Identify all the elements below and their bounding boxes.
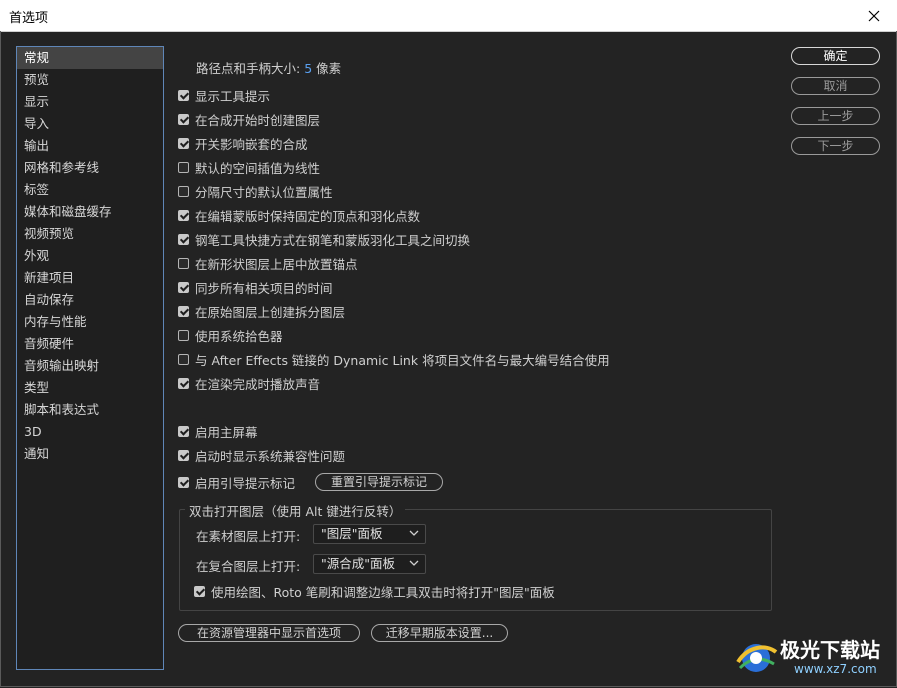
sidebar-item-output[interactable]: 输出 [17,135,163,157]
footage-layer-label: 在素材图层上打开: [196,529,301,544]
sidebar-item-memory-performance[interactable]: 内存与性能 [17,311,163,333]
comp-layer-dropdown[interactable]: "源合成"面板 [313,554,426,574]
option-paint-tools-open-layer-panel[interactable]: 使用绘图、Roto 笔刷和调整边缘工具双击时将打开"图层"面板 [194,581,555,601]
close-icon [868,10,880,21]
sidebar-item-audio-output-mapping[interactable]: 音频输出映射 [17,355,163,377]
sidebar-item-auto-save[interactable]: 自动保存 [17,289,163,311]
option-separate-dimensions[interactable]: 分隔尺寸的默认位置属性 [178,181,333,201]
close-button[interactable] [851,0,897,31]
sidebar-item-notifications[interactable]: 通知 [17,443,163,465]
option-center-anchor-shape-layers[interactable]: 在新形状图层上居中放置锚点 [178,253,358,273]
checkbox[interactable] [178,449,189,461]
ok-button[interactable]: 确定 [791,47,880,65]
checkbox[interactable] [194,585,205,597]
watermark-url: www.xz7.com [794,662,877,676]
checkbox[interactable] [178,137,189,149]
checkbox[interactable] [178,185,189,197]
site-watermark: 极光下载站 www.xz7.com [734,634,894,682]
checkbox[interactable] [178,113,189,125]
option-enable-hint-markers[interactable]: 启用引导提示标记 [178,472,295,492]
window-title: 首选项 [9,11,49,26]
sidebar-item-video-preview[interactable]: 视频预览 [17,223,163,245]
checkbox[interactable] [178,281,189,293]
chevron-down-icon [409,530,419,536]
checkbox[interactable] [178,329,189,341]
path-point-size-label: 路径点和手柄大小: [196,61,301,76]
option-dynamic-link-filename[interactable]: 与 After Effects 链接的 Dynamic Link 将项目文件名与… [178,349,610,369]
path-point-size-row: 路径点和手柄大小: 5 像素 [196,58,341,77]
reset-hint-markers-button[interactable]: 重置引导提示标记 [315,473,443,491]
checkbox[interactable] [178,377,189,389]
path-point-size-unit: 像素 [316,61,342,76]
title-bar: 首选项 [0,0,897,32]
migrate-settings-button[interactable]: 迁移早期版本设置... [371,624,508,642]
option-enable-home-screen[interactable]: 启用主屏幕 [178,421,258,441]
checkbox[interactable] [178,305,189,317]
site-logo-icon [736,644,778,672]
checkbox[interactable] [178,353,189,365]
sidebar-item-general[interactable]: 常规 [17,47,163,69]
comp-layer-value: "源合成"面板 [321,556,395,571]
chevron-down-icon [409,560,419,566]
checkbox[interactable] [178,89,189,101]
sidebar-item-labels[interactable]: 标签 [17,179,163,201]
footage-layer-value: "图层"面板 [321,526,383,541]
sidebar-item-3d[interactable]: 3D [17,421,163,443]
next-button[interactable]: 下一步 [791,137,880,155]
checkbox[interactable] [178,476,189,488]
option-system-color-picker[interactable]: 使用系统拾色器 [178,325,283,345]
watermark-name: 极光下载站 [780,638,880,662]
sidebar-item-scripting[interactable]: 脚本和表达式 [17,399,163,421]
comp-layer-label: 在复合图层上打开: [196,559,301,574]
checkbox[interactable] [178,425,189,437]
sidebar-item-audio-hardware[interactable]: 音频硬件 [17,333,163,355]
option-linear-spatial-interpolation[interactable]: 默认的空间插值为线性 [178,157,320,177]
option-show-tooltips[interactable]: 显示工具提示 [178,85,270,105]
sidebar-item-new-project[interactable]: 新建项目 [17,267,163,289]
sidebar-item-display[interactable]: 显示 [17,91,163,113]
option-preserve-vertex-count[interactable]: 在编辑蒙版时保持固定的顶点和羽化点数 [178,205,420,225]
option-sync-time[interactable]: 同步所有相关项目的时间 [178,277,333,297]
sidebar-item-appearance[interactable]: 外观 [17,245,163,267]
option-create-layers-at-comp-start[interactable]: 在合成开始时创建图层 [178,109,320,129]
checkbox[interactable] [178,233,189,245]
checkbox[interactable] [178,161,189,173]
double-click-group-title: 双击打开图层（使用 Alt 键进行反转） [185,501,406,520]
reveal-preferences-button[interactable]: 在资源管理器中显示首选项 [178,624,360,642]
sidebar-item-import[interactable]: 导入 [17,113,163,135]
sidebar-item-grids-guides[interactable]: 网格和参考线 [17,157,163,179]
category-list[interactable]: 常规 预览 显示 导入 输出 网格和参考线 标签 媒体和磁盘缓存 视频预览 外观… [16,46,164,670]
footage-layer-dropdown[interactable]: "图层"面板 [313,524,426,544]
sidebar-item-previews[interactable]: 预览 [17,69,163,91]
option-split-layers-above[interactable]: 在原始图层上创建拆分图层 [178,301,345,321]
sidebar-item-media-cache[interactable]: 媒体和磁盘缓存 [17,201,163,223]
option-play-sound-on-render[interactable]: 在渲染完成时播放声音 [178,373,320,393]
cancel-button[interactable]: 取消 [791,77,880,95]
option-switches-affect-nested[interactable]: 开关影响嵌套的合成 [178,133,308,153]
option-pen-tool-shortcut[interactable]: 钢笔工具快捷方式在钢笔和蒙版羽化工具之间切换 [178,229,470,249]
previous-button[interactable]: 上一步 [791,107,880,125]
path-point-size-value[interactable]: 5 [304,61,312,76]
sidebar-item-type[interactable]: 类型 [17,377,163,399]
option-show-compatibility-issues[interactable]: 启动时显示系统兼容性问题 [178,445,345,465]
checkbox[interactable] [178,257,189,269]
checkbox[interactable] [178,209,189,221]
